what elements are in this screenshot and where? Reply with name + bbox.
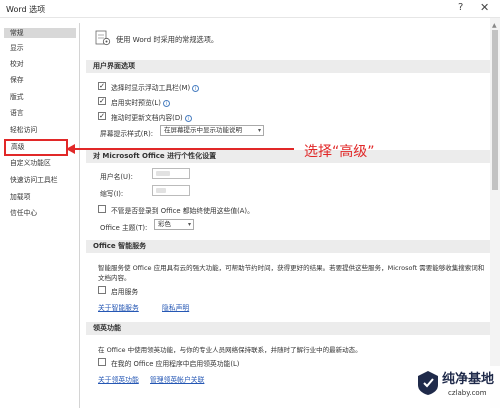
label-live-preview: 启用实时预览(L): [111, 99, 161, 107]
window-title: Word 选项: [6, 5, 46, 14]
close-button[interactable]: ✕: [480, 1, 489, 14]
redacted-initials: [156, 188, 166, 193]
intelligent-description: 智能服务使 Office 应用具有云的强大功能，可帮助节约时间，获得更好的结果。…: [98, 264, 485, 282]
screentip-style-select[interactable]: 在屏幕提示中显示功能说明 ▾: [160, 125, 264, 136]
label-always-use: 不管是否登录到 Office 都始终使用这些值(A)。: [111, 207, 254, 215]
sidebar-item-trust-center[interactable]: 信任中心: [10, 208, 37, 218]
section-personalize: 对 Microsoft Office 进行个性化设置: [86, 150, 490, 163]
sidebar-item-proofing[interactable]: 校对: [10, 59, 24, 69]
checkbox-mini-toolbar[interactable]: ✓: [98, 82, 106, 90]
checkbox-enable-linkedin[interactable]: [98, 358, 106, 366]
sidebar-item-quick-access[interactable]: 快速访问工具栏: [10, 175, 58, 185]
label-enable-linkedin: 在我的 Office 应用程序中启用领英功能(L): [111, 360, 240, 368]
watermark-url: czlaby.com: [448, 389, 487, 397]
office-theme-value: 彩色: [158, 220, 171, 228]
checkbox-always-use[interactable]: [98, 205, 106, 213]
scroll-up-icon[interactable]: ▲: [492, 22, 497, 29]
watermark-title: 纯净基地: [442, 372, 495, 387]
annotation-text: 选择“高级”: [304, 144, 375, 160]
redacted-username: [156, 171, 170, 176]
sidebar-item-advanced[interactable]: 高级: [4, 139, 68, 156]
link-about-linkedin[interactable]: 关于领英功能: [98, 374, 139, 384]
sidebar-item-customize-ribbon[interactable]: 自定义功能区: [10, 158, 51, 168]
annotation-arrowhead-icon: [66, 144, 75, 154]
sidebar-item-accessibility[interactable]: 轻松访问: [10, 125, 37, 135]
checkbox-live-preview[interactable]: ✓: [98, 97, 106, 105]
label-office-theme: Office 主题(T):: [100, 224, 148, 232]
screentip-style-value: 在屏幕提示中显示功能说明: [164, 126, 242, 134]
section-linkedin: 领英功能: [86, 322, 490, 335]
label-screentip-style: 屏幕提示样式(R):: [100, 130, 154, 138]
label-update-dragging: 拖动时更新文档内容(D): [111, 114, 183, 122]
info-icon: i: [192, 84, 200, 92]
label-initials: 缩写(I):: [100, 190, 124, 198]
label-username: 用户名(U):: [100, 173, 133, 181]
sidebar-item-general[interactable]: 常规: [4, 28, 76, 38]
scrollbar-thumb[interactable]: [492, 30, 498, 190]
sidebar-item-layout[interactable]: 版式: [10, 92, 24, 102]
title-bar: Word 选项 ? ✕: [0, 0, 500, 18]
sidebar-item-save[interactable]: 保存: [10, 75, 24, 85]
general-settings-icon: [95, 30, 111, 46]
info-icon: i: [184, 114, 192, 122]
link-manage-linkedin[interactable]: 管理领英帐户关联: [150, 374, 204, 384]
label-enable-services: 启用服务: [111, 288, 139, 296]
chevron-down-icon: ▾: [257, 127, 261, 134]
label-mini-toolbar: 选择时显示浮动工具栏(M): [111, 84, 191, 92]
section-ui-options: 用户界面选项: [86, 60, 490, 73]
intro-text: 使用 Word 时采用的常规选项。: [116, 35, 219, 44]
annotation-arrow-line: [72, 148, 294, 150]
info-icon: i: [162, 99, 170, 107]
linkedin-description: 在 Office 中使用领英功能，与你的专业人员网络保持联系，并随时了解行业中的…: [98, 346, 362, 354]
help-button[interactable]: ?: [458, 2, 463, 13]
chevron-down-icon: ▾: [187, 221, 191, 228]
checkbox-enable-services[interactable]: [98, 286, 106, 294]
sidebar-item-language[interactable]: 语言: [10, 108, 24, 118]
office-theme-select[interactable]: 彩色 ▾: [154, 219, 194, 230]
section-intelligent-services: Office 智能服务: [86, 240, 490, 253]
checkbox-update-dragging[interactable]: ✓: [98, 112, 106, 120]
watermark-logo-icon: [418, 371, 438, 395]
sidebar-item-display[interactable]: 显示: [10, 43, 24, 53]
sidebar-item-addins[interactable]: 加载项: [10, 192, 30, 202]
link-about-intelligent-services[interactable]: 关于智能服务: [98, 302, 139, 312]
link-privacy-statement[interactable]: 隐私声明: [162, 302, 189, 312]
